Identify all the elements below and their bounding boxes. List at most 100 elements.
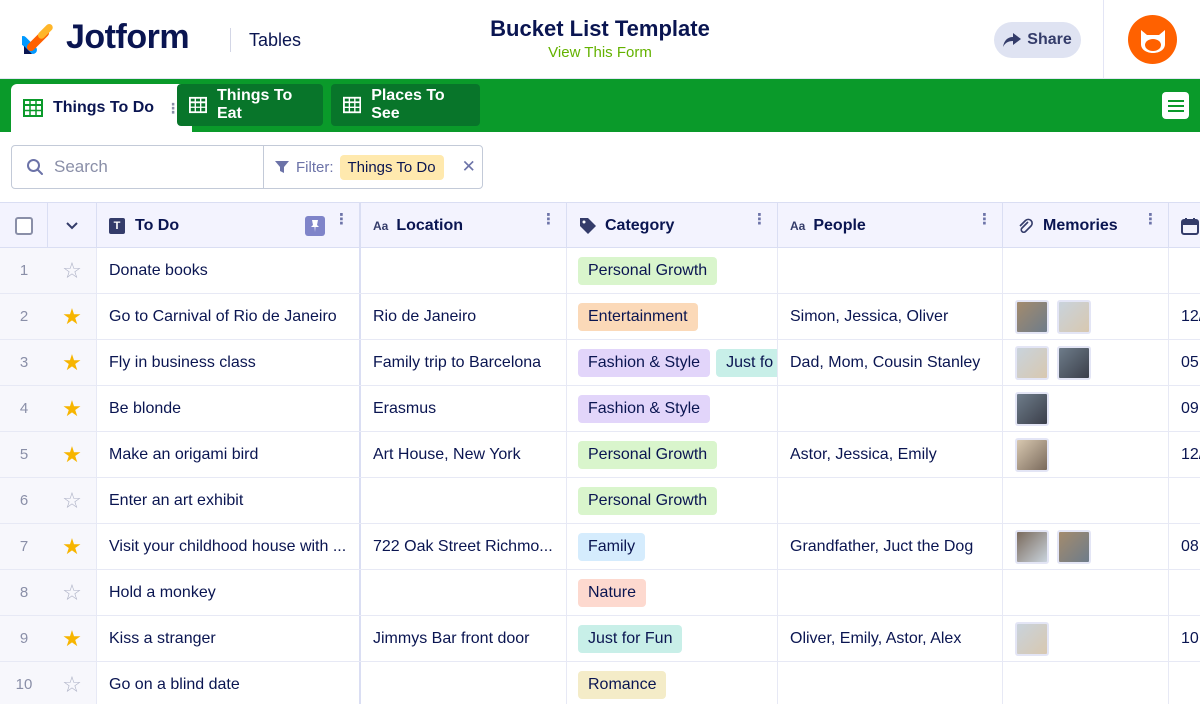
todo-cell[interactable]: Go to Carnival of Rio de Janeiro — [97, 294, 361, 339]
memories-cell[interactable] — [1003, 662, 1169, 704]
star-outline-icon[interactable]: ☆ — [62, 489, 82, 512]
star-outline-icon[interactable]: ☆ — [62, 259, 82, 282]
category-cell[interactable]: Personal Growth — [567, 478, 778, 523]
search-input[interactable]: Search — [12, 146, 264, 188]
category-cell[interactable]: Personal Growth — [567, 248, 778, 293]
column-header-location[interactable]: Aa Location ⋮ — [361, 203, 567, 248]
memory-thumbnail[interactable] — [1015, 345, 1049, 380]
table-row[interactable]: 9 ★ Kiss a stranger Jimmys Bar front door Ju… — [0, 616, 1200, 662]
tab-things-to-do[interactable]: Things To Do ⋮ — [11, 84, 193, 132]
date-cell[interactable] — [1169, 248, 1200, 293]
select-all-cell[interactable] — [0, 203, 48, 248]
date-cell[interactable]: 10. — [1169, 616, 1200, 661]
table-row[interactable]: 2 ★ Go to Carnival of Rio de Janeiro Rio de… — [0, 294, 1200, 340]
column-header-memories[interactable]: Memories ⋮ — [1003, 203, 1169, 248]
tab-places-to-see[interactable]: Places To See — [331, 84, 480, 126]
star-cell[interactable]: ★ — [48, 294, 97, 339]
column-menu-icon[interactable]: ⋮ — [334, 212, 349, 227]
jotform-logo[interactable]: Jotform — [22, 18, 190, 57]
location-cell[interactable]: Art House, New York — [361, 432, 567, 477]
location-cell[interactable]: 722 Oak Street Richmo... — [361, 524, 567, 569]
table-row[interactable]: 3 ★ Fly in business class Family trip to Ba… — [0, 340, 1200, 386]
location-cell[interactable] — [361, 478, 567, 523]
memories-cell[interactable] — [1003, 340, 1169, 385]
table-row[interactable]: 4 ★ Be blonde Erasmus Fashion & Style 09 — [0, 386, 1200, 432]
table-row[interactable]: 1 ☆ Donate books Personal Growth — [0, 248, 1200, 294]
category-cell[interactable]: Nature — [567, 570, 778, 615]
date-cell[interactable] — [1169, 662, 1200, 704]
memories-cell[interactable] — [1003, 248, 1169, 293]
people-cell[interactable] — [778, 248, 1003, 293]
table-row[interactable]: 10 ☆ Go on a blind date Romance — [0, 662, 1200, 704]
todo-cell[interactable]: Donate books — [97, 248, 361, 293]
date-cell[interactable]: 12/ — [1169, 432, 1200, 477]
star-filled-icon[interactable]: ★ — [62, 443, 82, 466]
star-cell[interactable]: ☆ — [48, 662, 97, 704]
category-cell[interactable]: Fashion & Style — [567, 386, 778, 431]
memories-cell[interactable] — [1003, 524, 1169, 569]
row-options-cell[interactable] — [48, 203, 97, 248]
memory-thumbnail[interactable] — [1057, 529, 1091, 564]
memories-cell[interactable] — [1003, 386, 1169, 431]
star-cell[interactable]: ★ — [48, 616, 97, 661]
people-cell[interactable]: Dad, Mom, Cousin Stanley — [778, 340, 1003, 385]
filter-control[interactable]: Filter: Things To Do ✕ — [264, 146, 482, 188]
share-button[interactable]: Share — [994, 22, 1081, 58]
people-cell[interactable]: Simon, Jessica, Oliver — [778, 294, 1003, 339]
pin-icon[interactable] — [305, 216, 325, 236]
todo-cell[interactable]: Fly in business class — [97, 340, 361, 385]
todo-cell[interactable]: Enter an art exhibit — [97, 478, 361, 523]
column-header-to-do[interactable]: T To Do ⋮ — [97, 203, 361, 248]
star-cell[interactable]: ★ — [48, 386, 97, 431]
date-cell[interactable]: 08 — [1169, 524, 1200, 569]
people-cell[interactable]: Oliver, Emily, Astor, Alex — [778, 616, 1003, 661]
people-cell[interactable]: Grandfather, Juct the Dog — [778, 524, 1003, 569]
location-cell[interactable]: Erasmus — [361, 386, 567, 431]
category-cell[interactable]: Personal Growth — [567, 432, 778, 477]
location-cell[interactable] — [361, 570, 567, 615]
tab-things-to-eat[interactable]: Things To Eat — [177, 84, 323, 126]
date-cell[interactable]: 05 — [1169, 340, 1200, 385]
location-cell[interactable]: Family trip to Barcelona — [361, 340, 567, 385]
hamburger-menu-button[interactable] — [1162, 92, 1189, 119]
memory-thumbnail[interactable] — [1015, 437, 1049, 472]
memory-thumbnail[interactable] — [1015, 529, 1049, 564]
todo-cell[interactable]: Hold a monkey — [97, 570, 361, 615]
column-header-category[interactable]: Category ⋮ — [567, 203, 778, 248]
category-cell[interactable]: Just for Fun — [567, 616, 778, 661]
star-filled-icon[interactable]: ★ — [62, 305, 82, 328]
date-cell[interactable]: 12/ — [1169, 294, 1200, 339]
column-menu-icon[interactable]: ⋮ — [977, 212, 992, 227]
memories-cell[interactable] — [1003, 616, 1169, 661]
star-cell[interactable]: ☆ — [48, 248, 97, 293]
column-menu-icon[interactable]: ⋮ — [541, 212, 556, 227]
memory-thumbnail[interactable] — [1057, 299, 1091, 334]
people-cell[interactable]: Astor, Jessica, Emily — [778, 432, 1003, 477]
star-cell[interactable]: ★ — [48, 524, 97, 569]
star-cell[interactable]: ☆ — [48, 570, 97, 615]
section-label[interactable]: Tables — [249, 30, 301, 51]
star-cell[interactable]: ★ — [48, 340, 97, 385]
category-cell[interactable]: Family — [567, 524, 778, 569]
date-cell[interactable] — [1169, 570, 1200, 615]
memory-thumbnail[interactable] — [1057, 345, 1091, 380]
memories-cell[interactable] — [1003, 294, 1169, 339]
category-cell[interactable]: Entertainment — [567, 294, 778, 339]
star-filled-icon[interactable]: ★ — [62, 397, 82, 420]
table-row[interactable]: 7 ★ Visit your childhood house with ... 722… — [0, 524, 1200, 570]
table-row[interactable]: 6 ☆ Enter an art exhibit Personal Growth — [0, 478, 1200, 524]
location-cell[interactable]: Rio de Janeiro — [361, 294, 567, 339]
star-filled-icon[interactable]: ★ — [62, 627, 82, 650]
column-menu-icon[interactable]: ⋮ — [752, 212, 767, 227]
clear-filter-icon[interactable]: ✕ — [462, 157, 476, 177]
people-cell[interactable] — [778, 662, 1003, 704]
todo-cell[interactable]: Go on a blind date — [97, 662, 361, 704]
todo-cell[interactable]: Make an origami bird — [97, 432, 361, 477]
select-all-checkbox[interactable] — [14, 216, 33, 235]
star-outline-icon[interactable]: ☆ — [62, 673, 82, 696]
memories-cell[interactable] — [1003, 478, 1169, 523]
filter-chip[interactable]: Things To Do — [339, 154, 444, 180]
memory-thumbnail[interactable] — [1015, 621, 1049, 656]
memories-cell[interactable] — [1003, 432, 1169, 477]
people-cell[interactable] — [778, 478, 1003, 523]
